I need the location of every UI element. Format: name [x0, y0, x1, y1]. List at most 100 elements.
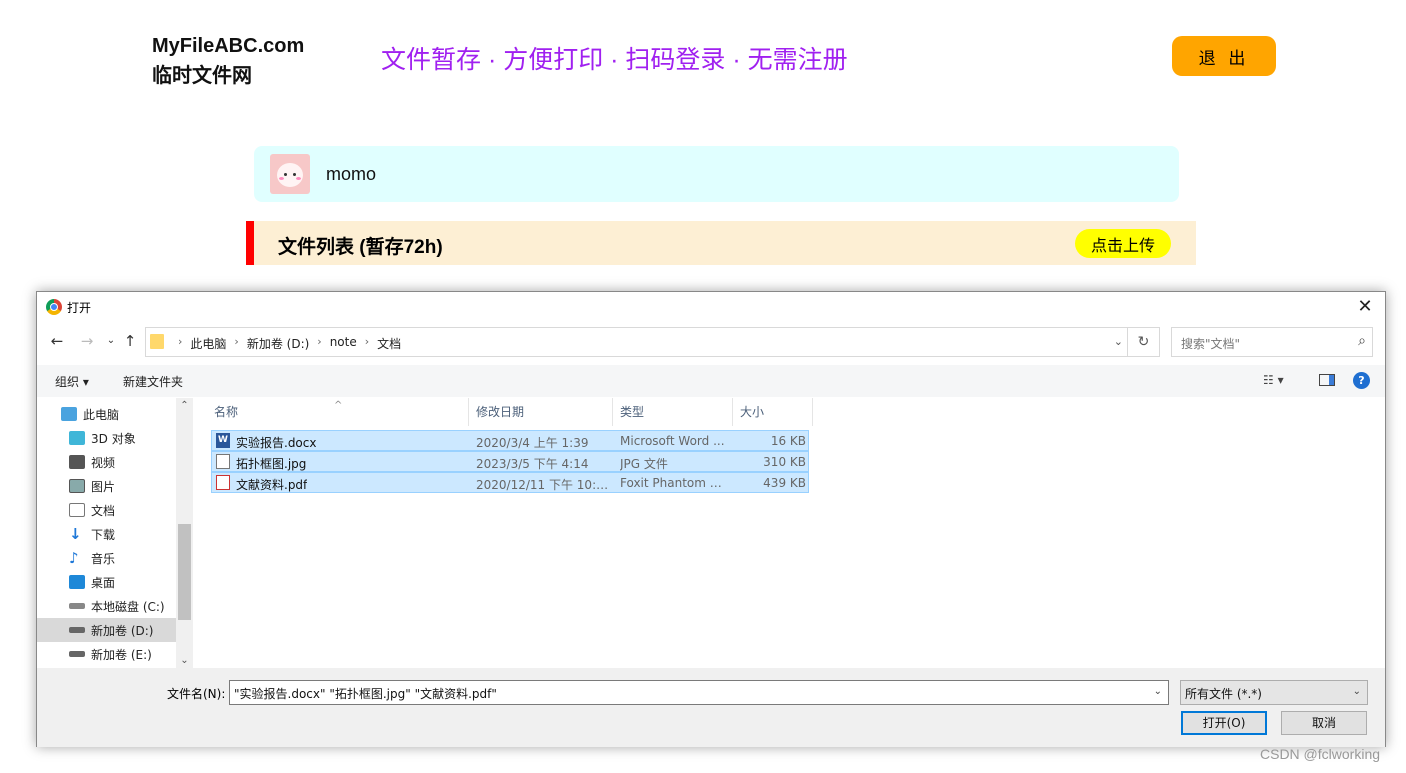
filename-input[interactable]: "实验报告.docx" "拓扑框图.jpg" "文献资料.pdf" ⌄	[229, 680, 1169, 705]
avatar	[270, 154, 310, 194]
breadcrumb: › 此电脑 › 新加卷 (D:) › note › 文档	[170, 335, 401, 352]
username: momo	[326, 164, 377, 184]
sidebar-item-label: 新加卷 (E:)	[91, 647, 152, 662]
filetype-chevron-down-icon: ⌄	[1352, 686, 1361, 697]
new-folder-button[interactable]: 新建文件夹	[123, 373, 183, 390]
address-bar[interactable]: › 此电脑 › 新加卷 (D:) › note › 文档 ⌄ ↻	[145, 327, 1160, 357]
back-arrow-icon[interactable]: ←	[47, 331, 67, 351]
navigation-pane: 此电脑 3D 对象 视频 图片 文档 ↓ 下载 ♪ 音乐 桌面 本地磁盘 (C:…	[37, 398, 193, 668]
column-header-date[interactable]: 修改日期	[469, 398, 613, 426]
file-list: 名称 ^ 修改日期 类型 大小 W 实验报告.docx 2020/3/4 上午 …	[207, 398, 1377, 668]
filename-chevron-down-icon[interactable]: ⌄	[1154, 686, 1162, 697]
file-date: 2020/3/4 上午 1:39	[476, 436, 589, 450]
sidebar-item-label: 新加卷 (D:)	[91, 623, 154, 638]
sidebar-item-label: 图片	[91, 479, 116, 494]
upload-button[interactable]: 点击上传	[1075, 229, 1171, 258]
pdf-file-icon	[216, 475, 230, 490]
scroll-up-icon[interactable]: ⌃	[176, 400, 193, 411]
file-size: 16 KB	[770, 434, 806, 448]
sidebar-item-pictures[interactable]: 图片	[37, 474, 176, 498]
file-row[interactable]: 拓扑框图.jpg 2023/3/5 下午 4:14 JPG 文件 310 KB	[211, 451, 809, 472]
breadcrumb-separator-icon: ›	[234, 335, 239, 348]
breadcrumb-drive-d[interactable]: 新加卷 (D:)	[247, 335, 309, 352]
dialog-title: 打开	[67, 301, 92, 315]
refresh-icon[interactable]: ↻	[1127, 328, 1159, 356]
breadcrumb-separator-icon: ›	[364, 335, 370, 348]
navigation-row: ← → ⌄ ↑ › 此电脑 › 新加卷 (D:) › note › 文档 ⌄ ↻…	[37, 325, 1385, 359]
view-options-icon[interactable]: ☷ ▾	[1263, 373, 1284, 387]
avatar-face-icon	[277, 163, 303, 187]
filename-value: "实验报告.docx" "拓扑框图.jpg" "文献资料.pdf"	[234, 687, 497, 701]
file-type: Microsoft Word ...	[620, 434, 725, 448]
image-file-icon	[216, 454, 230, 469]
help-icon[interactable]: ?	[1353, 372, 1370, 389]
video-icon	[69, 455, 85, 469]
sidebar-item-label: 3D 对象	[91, 431, 136, 446]
search-input[interactable]: 搜索"文档" ⌕	[1171, 327, 1373, 357]
filelist-title: 文件列表 (暂存72h)	[278, 237, 443, 258]
sidebar-item-label: 视频	[91, 455, 116, 470]
file-date: 2020/12/11 下午 10:41	[476, 478, 611, 492]
folder-icon	[150, 334, 164, 349]
logout-button[interactable]: 退 出	[1172, 36, 1276, 76]
sidebar-item-music[interactable]: ♪ 音乐	[37, 546, 176, 570]
file-name: 文献资料.pdf	[236, 478, 308, 492]
column-header-size[interactable]: 大小	[733, 398, 813, 426]
column-header-name[interactable]: 名称 ^	[207, 398, 469, 426]
sidebar-item-label: 文档	[91, 503, 116, 518]
file-size: 439 KB	[763, 476, 806, 490]
file-type: Foxit Phantom D...	[620, 476, 730, 490]
desktop-icon	[69, 575, 85, 589]
breadcrumb-separator-icon: ›	[178, 335, 183, 348]
sidebar-item-documents[interactable]: 文档	[37, 498, 176, 522]
close-button[interactable]: ✕	[1353, 295, 1377, 319]
user-card: momo	[254, 146, 1179, 202]
sidebar-item-desktop[interactable]: 桌面	[37, 570, 176, 594]
file-size: 310 KB	[763, 455, 806, 469]
sidebar-item-downloads[interactable]: ↓ 下载	[37, 522, 176, 546]
filelist-header: 文件列表 (暂存72h) 点击上传	[246, 221, 1196, 265]
brand-domain: MyFileABC.com	[152, 35, 305, 57]
address-chevron-down-icon[interactable]: ⌄	[1114, 335, 1123, 348]
scrollbar-thumb[interactable]	[178, 524, 191, 620]
dialog-toolbar: 组织 ▾ 新建文件夹 ☷ ▾ ?	[37, 365, 1385, 397]
organize-menu[interactable]: 组织 ▾	[55, 373, 89, 390]
sidebar-item-3d-objects[interactable]: 3D 对象	[37, 426, 176, 450]
music-icon: ♪	[69, 549, 79, 567]
search-icon: ⌕	[1358, 333, 1366, 349]
forward-arrow-icon[interactable]: →	[77, 331, 97, 351]
sidebar-item-label: 本地磁盘 (C:)	[91, 599, 165, 614]
documents-icon	[69, 503, 85, 517]
sidebar-item-label: 音乐	[91, 551, 116, 566]
sidebar-item-drive-c[interactable]: 本地磁盘 (C:)	[37, 594, 176, 618]
up-arrow-icon[interactable]: ↑	[120, 331, 140, 351]
site-slogan: 文件暂存 · 方便打印 · 扫码登录 · 无需注册	[381, 46, 848, 74]
sidebar-item-drive-d[interactable]: 新加卷 (D:)	[37, 618, 176, 642]
preview-pane-icon[interactable]	[1319, 374, 1335, 386]
breadcrumb-this-pc[interactable]: 此电脑	[190, 335, 226, 352]
sort-ascending-icon: ^	[334, 400, 343, 411]
file-name: 拓扑框图.jpg	[236, 457, 307, 471]
word-file-icon: W	[216, 433, 230, 448]
drive-icon	[69, 651, 85, 657]
recent-chevron-down-icon[interactable]: ⌄	[101, 331, 121, 351]
filename-label: 文件名(N):	[167, 687, 226, 701]
chrome-icon	[46, 299, 62, 315]
sidebar-item-drive-e[interactable]: 新加卷 (E:)	[37, 642, 176, 666]
scroll-down-icon[interactable]: ⌄	[176, 655, 193, 666]
file-row[interactable]: 文献资料.pdf 2020/12/11 下午 10:41 Foxit Phant…	[211, 472, 809, 493]
sidebar-item-this-pc[interactable]: 此电脑	[37, 402, 176, 426]
file-row[interactable]: W 实验报告.docx 2020/3/4 上午 1:39 Microsoft W…	[211, 430, 809, 451]
breadcrumb-note[interactable]: note	[330, 335, 357, 352]
cancel-button[interactable]: 取消	[1281, 711, 1367, 735]
brand-name: 临时文件网	[152, 65, 252, 87]
open-button[interactable]: 打开(O)	[1181, 711, 1267, 735]
column-label: 名称	[214, 405, 239, 419]
sidebar-item-video[interactable]: 视频	[37, 450, 176, 474]
filetype-select[interactable]: 所有文件 (*.*) ⌄	[1180, 680, 1368, 705]
breadcrumb-documents[interactable]: 文档	[377, 335, 401, 352]
download-icon: ↓	[69, 525, 82, 543]
pictures-icon	[69, 479, 85, 493]
sidebar-scrollbar[interactable]: ⌃ ⌄	[176, 398, 193, 668]
column-header-type[interactable]: 类型	[613, 398, 733, 426]
